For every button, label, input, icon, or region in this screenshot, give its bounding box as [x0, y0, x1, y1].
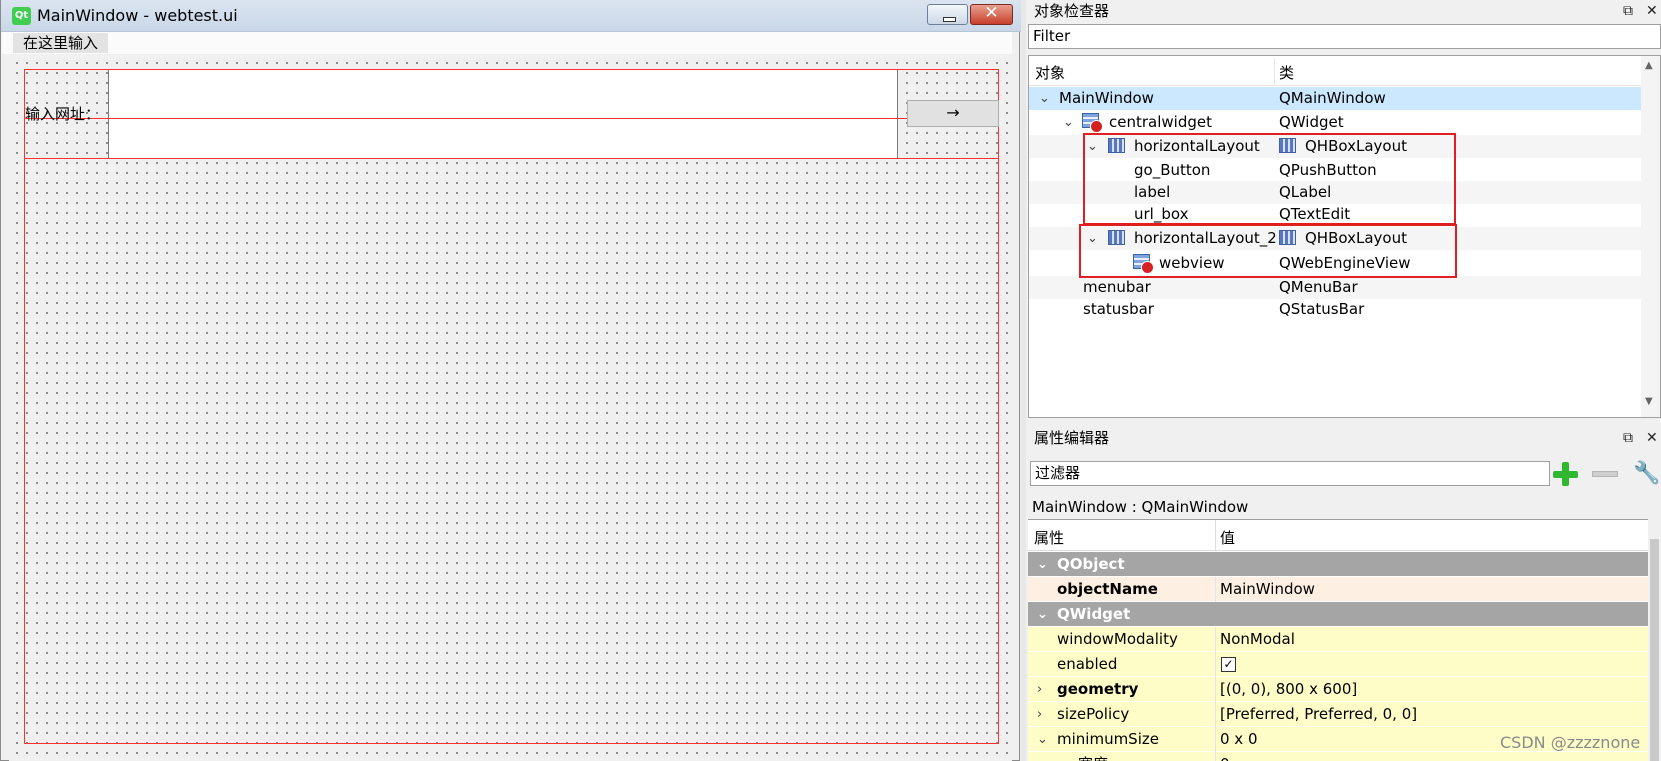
widget-icon	[1082, 113, 1103, 133]
designer-screen: { "form_window": { "title": "MainWindow …	[0, 0, 1661, 761]
horizontal-layout-2-frame	[24, 69, 999, 744]
close-button[interactable]: ✕	[970, 3, 1013, 25]
float-icon[interactable]: ⧉	[1623, 0, 1633, 22]
close-icon[interactable]: ✕	[1646, 427, 1658, 449]
object-inspector-title-bar: 对象检查器 ⧉ ✕	[1028, 0, 1661, 22]
dock-splitter[interactable]	[1021, 0, 1026, 761]
property-row-windowmodality[interactable]: windowModality NonModal	[1028, 627, 1648, 652]
property-editor-title-bar: 属性编辑器 ⧉ ✕	[1028, 427, 1661, 449]
tree-item-name: centralwidget	[1109, 113, 1212, 131]
object-tree-header: 对象 类	[1029, 56, 1660, 86]
form-title-bar[interactable]: Qt MainWindow - webtest.ui ✕	[1, 0, 1021, 32]
tree-item-class: QMenuBar	[1279, 278, 1358, 296]
property-value[interactable]: 0	[1220, 752, 1230, 761]
add-dynamic-property-icon[interactable]	[1551, 460, 1579, 488]
property-name: objectName	[1057, 580, 1158, 598]
form-window: Qt MainWindow - webtest.ui ✕ 在这里输入 输入网址：…	[0, 0, 1021, 761]
highlight-box	[1079, 224, 1457, 278]
tree-item-class: QMainWindow	[1279, 89, 1386, 107]
wrench-icon[interactable]: 🔧	[1633, 460, 1661, 488]
tree-row-statusbar[interactable]: statusbar QStatusBar	[1029, 298, 1649, 321]
property-name: QWidget	[1057, 605, 1131, 623]
class-column-header[interactable]: 类	[1279, 62, 1294, 83]
scrollbar-thumb[interactable]	[1650, 539, 1659, 761]
url-label: 输入网址：	[25, 105, 101, 123]
close-icon[interactable]: ✕	[1646, 0, 1658, 22]
property-column-header[interactable]: 属性	[1034, 527, 1064, 548]
property-name: sizePolicy	[1057, 705, 1130, 723]
watermark: CSDN @zzzznone	[1500, 733, 1641, 752]
tree-row-mainwindow[interactable]: ⌄ MainWindow QMainWindow	[1029, 87, 1649, 110]
form-title: MainWindow - webtest.ui	[37, 6, 238, 25]
chevron-right-icon[interactable]: ›	[1037, 677, 1042, 702]
chevron-right-icon[interactable]: ›	[1037, 702, 1042, 727]
layout-divider	[24, 118, 999, 119]
tree-item-class: QStatusBar	[1279, 300, 1365, 318]
object-inspector-title: 对象检查器	[1034, 2, 1110, 20]
value-column-header[interactable]: 值	[1220, 527, 1235, 548]
property-row-objectname[interactable]: objectName MainWindow	[1028, 577, 1648, 602]
property-row-sizepolicy[interactable]: › sizePolicy [Preferred, Preferred, 0, 0…	[1028, 702, 1648, 727]
property-group-qwidget[interactable]: ⌄ QWidget	[1028, 602, 1648, 627]
property-value[interactable]: [Preferred, Preferred, 0, 0]	[1220, 702, 1417, 727]
tree-row-centralwidget[interactable]: ⌄ centralwidget QWidget	[1029, 111, 1649, 134]
column-divider	[1215, 577, 1216, 602]
horizontal-layout-frame	[24, 69, 999, 159]
property-name: 宽度	[1078, 752, 1108, 761]
column-divider	[1215, 727, 1216, 752]
minimize-button[interactable]	[927, 4, 968, 25]
scroll-up-icon[interactable]: ▲	[1645, 60, 1653, 71]
tree-item-name: MainWindow	[1059, 89, 1154, 107]
property-row-width[interactable]: 宽度 0	[1028, 752, 1648, 761]
object-tree: 对象 类 ⌄ MainWindow QMainWindow ⌄ centralw…	[1028, 55, 1661, 418]
column-divider	[1215, 627, 1216, 652]
property-table-scrollbar[interactable]	[1648, 519, 1661, 761]
remove-property-icon[interactable]	[1592, 471, 1618, 477]
property-table: 属性 值 ⌄ QObject objectName MainWindow ⌄ Q…	[1028, 519, 1648, 761]
tree-row-menubar[interactable]: menubar QMenuBar	[1029, 276, 1649, 299]
column-divider	[1215, 752, 1216, 761]
property-name: windowModality	[1057, 630, 1178, 648]
tree-item-class: QWidget	[1279, 113, 1344, 131]
menu-type-here[interactable]: 在这里输入	[13, 33, 109, 53]
form-menubar: 在这里输入	[2, 32, 1012, 54]
expand-icon[interactable]: ⌄	[1037, 602, 1048, 627]
expand-icon[interactable]: ⌄	[1037, 552, 1048, 577]
property-group-qobject[interactable]: ⌄ QObject	[1028, 552, 1648, 577]
float-icon[interactable]: ⧉	[1623, 427, 1633, 449]
property-row-geometry[interactable]: › geometry [(0, 0), 800 x 600]	[1028, 677, 1648, 702]
tree-item-name: menubar	[1083, 278, 1151, 296]
qt-logo-icon: Qt	[12, 7, 31, 25]
go-button[interactable]: →	[907, 100, 999, 127]
header-divider	[1274, 58, 1275, 84]
property-name: minimumSize	[1057, 730, 1159, 748]
property-value[interactable]: [(0, 0), 800 x 600]	[1220, 677, 1357, 702]
scroll-down-icon[interactable]: ▼	[1645, 396, 1653, 407]
property-table-header: 属性 值	[1028, 520, 1648, 551]
property-filter-input[interactable]: 过滤器	[1030, 461, 1550, 486]
object-column-header[interactable]: 对象	[1035, 62, 1065, 83]
property-row-enabled[interactable]: enabled ✓	[1028, 652, 1648, 677]
column-divider	[1215, 652, 1216, 677]
property-name: QObject	[1057, 555, 1125, 573]
property-value[interactable]: NonModal	[1220, 627, 1295, 652]
enabled-checkbox[interactable]: ✓	[1221, 657, 1236, 672]
property-name: enabled	[1057, 655, 1118, 673]
expand-icon[interactable]: ⌄	[1037, 727, 1048, 752]
object-filter-input[interactable]: Filter	[1028, 24, 1661, 49]
header-divider	[1215, 520, 1216, 551]
column-divider	[1215, 677, 1216, 702]
property-editor-title: 属性编辑器	[1034, 429, 1110, 447]
object-tree-scrollbar[interactable]: ▲ ▼	[1641, 56, 1660, 417]
tree-item-name: statusbar	[1083, 300, 1154, 318]
expand-icon[interactable]: ⌄	[1039, 87, 1050, 110]
highlight-box	[1083, 133, 1456, 225]
column-divider	[1215, 702, 1216, 727]
property-name: geometry	[1057, 680, 1139, 698]
property-value[interactable]: MainWindow	[1220, 577, 1315, 602]
expand-icon[interactable]: ⌄	[1063, 111, 1074, 134]
close-icon: ✕	[984, 3, 999, 23]
property-value[interactable]: 0 x 0	[1220, 727, 1258, 752]
selected-object-label: MainWindow : QMainWindow	[1032, 498, 1249, 516]
